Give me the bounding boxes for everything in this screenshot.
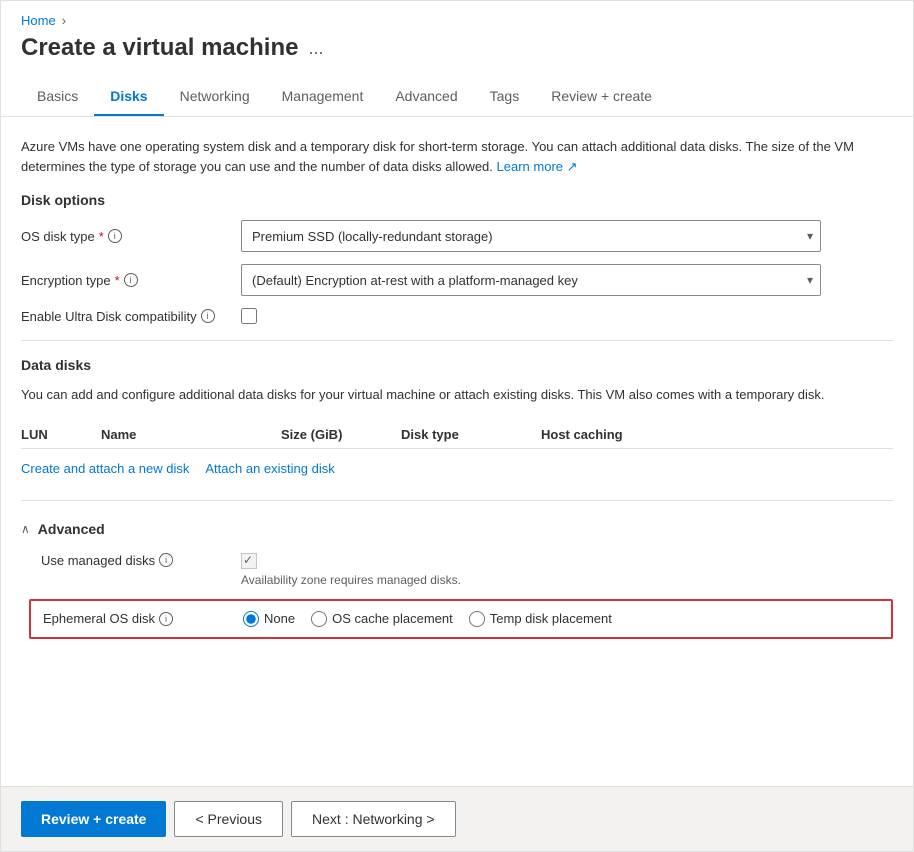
advanced-section: ∧ Advanced Use managed disks i Availabil… [21,521,893,639]
description-text: Azure VMs have one operating system disk… [21,139,854,174]
separator-2 [21,500,893,501]
col-size: Size (GiB) [281,427,401,442]
ephemeral-none-option[interactable]: None [243,611,295,627]
advanced-section-title: Advanced [38,521,105,537]
ephemeral-os-disk-row: Ephemeral OS disk i None OS cache placem… [29,599,893,639]
disk-description: Azure VMs have one operating system disk… [21,137,893,176]
footer: Review + create < Previous Next : Networ… [1,786,913,851]
ephemeral-temp-disk-option[interactable]: Temp disk placement [469,611,612,627]
managed-disks-info-icon[interactable]: i [159,553,173,567]
data-disks-title: Data disks [21,357,893,373]
ephemeral-none-radio[interactable] [243,611,259,627]
previous-button[interactable]: < Previous [174,801,283,837]
os-disk-type-row: OS disk type * i Premium SSD (locally-re… [21,220,893,252]
collapse-icon: ∧ [21,522,30,536]
ultra-disk-info-icon[interactable]: i [201,309,215,323]
review-create-button[interactable]: Review + create [21,801,166,837]
encryption-type-label: Encryption type * i [21,273,241,288]
ephemeral-os-cache-label: OS cache placement [332,611,453,626]
tab-bar: Basics Disks Networking Management Advan… [1,78,913,117]
tab-management[interactable]: Management [266,78,380,116]
ephemeral-radio-group: None OS cache placement Temp disk placem… [243,611,612,627]
managed-disks-label: Use managed disks i [41,553,241,568]
os-disk-required-star: * [99,229,104,244]
ephemeral-none-label: None [264,611,295,626]
col-lun: LUN [21,427,101,442]
ephemeral-os-label: Ephemeral OS disk i [43,611,243,626]
managed-disks-checkbox-disabled [241,553,257,569]
os-disk-info-icon[interactable]: i [108,229,122,243]
tab-basics[interactable]: Basics [21,78,94,116]
ultra-disk-checkbox[interactable] [241,308,257,324]
os-disk-type-wrapper: Premium SSD (locally-redundant storage) … [241,220,821,252]
encryption-info-icon[interactable]: i [124,273,138,287]
tab-advanced[interactable]: Advanced [379,78,473,116]
tab-disks[interactable]: Disks [94,78,163,116]
main-content: Azure VMs have one operating system disk… [1,117,913,786]
ephemeral-os-cache-option[interactable]: OS cache placement [311,611,453,627]
external-link-icon: ↗ [567,159,578,174]
ephemeral-info-icon[interactable]: i [159,612,173,626]
managed-disks-row: Use managed disks i Availability zone re… [21,553,893,587]
attach-existing-disk-button[interactable]: Attach an existing disk [205,461,334,476]
col-disk-type: Disk type [401,427,541,442]
encryption-type-wrapper: (Default) Encryption at-rest with a plat… [241,264,821,296]
disk-options-title: Disk options [21,192,893,208]
encryption-required-star: * [115,273,120,288]
encryption-type-select[interactable]: (Default) Encryption at-rest with a plat… [241,264,821,296]
page-options-button[interactable]: ... [308,38,323,59]
home-link[interactable]: Home [21,13,56,28]
data-disks-table-header: LUN Name Size (GiB) Disk type Host cachi… [21,421,893,449]
next-networking-button[interactable]: Next : Networking > [291,801,456,837]
os-disk-type-select[interactable]: Premium SSD (locally-redundant storage) … [241,220,821,252]
os-disk-type-label: OS disk type * i [21,229,241,244]
learn-more-link[interactable]: Learn more ↗ [497,159,578,174]
col-host-caching: Host caching [541,427,701,442]
ephemeral-temp-disk-radio[interactable] [469,611,485,627]
table-actions: Create and attach a new disk Attach an e… [21,453,893,484]
ephemeral-temp-disk-label: Temp disk placement [490,611,612,626]
tab-tags[interactable]: Tags [474,78,536,116]
data-disks-section: Data disks You can add and configure add… [21,357,893,484]
tab-networking[interactable]: Networking [164,78,266,116]
breadcrumb-separator: › [62,13,66,28]
advanced-header[interactable]: ∧ Advanced [21,521,893,537]
tab-review-create[interactable]: Review + create [535,78,668,116]
col-name: Name [101,427,281,442]
page-title-row: Create a virtual machine ... [1,34,913,78]
managed-disks-right: Availability zone requires managed disks… [241,553,461,587]
availability-note: Availability zone requires managed disks… [241,573,461,587]
encryption-type-row: Encryption type * i (Default) Encryption… [21,264,893,296]
ephemeral-os-cache-radio[interactable] [311,611,327,627]
separator-1 [21,340,893,341]
ultra-disk-label: Enable Ultra Disk compatibility i [21,309,241,324]
ultra-disk-row: Enable Ultra Disk compatibility i [21,308,893,324]
page-title: Create a virtual machine [21,34,298,62]
data-disks-description: You can add and configure additional dat… [21,385,893,405]
create-attach-disk-button[interactable]: Create and attach a new disk [21,461,189,476]
breadcrumb: Home › [1,1,913,34]
